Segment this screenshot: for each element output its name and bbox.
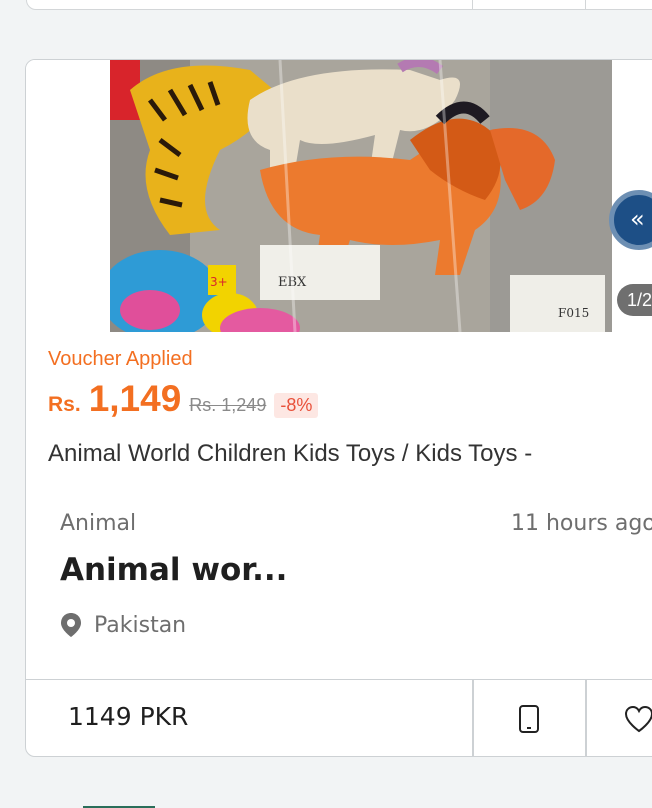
footer-price: 1149 PKR: [68, 702, 189, 731]
phone-icon: [519, 704, 539, 733]
product-photo: EBX F015 3+: [110, 60, 612, 332]
original-price: Rs. 1,249: [189, 395, 267, 415]
heart-icon: [624, 705, 652, 732]
gallery-counter: 1/2: [617, 284, 652, 316]
call-button[interactable]: [473, 680, 585, 756]
location: Pakistan: [60, 612, 186, 638]
voucher-label: Voucher Applied: [48, 348, 193, 370]
product-image[interactable]: EBX F015 3+: [110, 60, 612, 332]
price-row: Rs. 1,149 Rs. 1,249 -8%: [48, 378, 319, 426]
category-label: Animal: [60, 511, 137, 536]
previous-card-divider: [585, 0, 586, 9]
card-footer: 1149 PKR: [26, 679, 652, 756]
location-pin-icon: [61, 613, 81, 637]
previous-card-divider: [472, 0, 473, 9]
listing-card[interactable]: EBX F015 3+ « 1/2 Voucher Applied Rs. 1,…: [25, 59, 652, 757]
double-chevron-icon: «: [630, 205, 645, 233]
discount-badge: -8%: [274, 393, 319, 418]
image-label-age: 3+: [210, 275, 228, 289]
price-value: 1,149: [88, 378, 182, 419]
listing-title[interactable]: Animal wor...: [60, 552, 287, 588]
previous-listing-card[interactable]: [26, 0, 652, 10]
location-text: Pakistan: [94, 612, 187, 638]
gallery-next-button[interactable]: «: [609, 190, 652, 250]
posted-time: 11 hours ago: [511, 511, 652, 536]
screen: EBX F015 3+ « 1/2 Voucher Applied Rs. 1,…: [0, 0, 652, 808]
image-label-f015: F015: [558, 306, 589, 320]
favorite-button[interactable]: [586, 680, 652, 756]
price-currency: Rs.: [48, 393, 81, 416]
image-area: EBX F015 3+ « 1/2: [26, 60, 652, 332]
product-title[interactable]: Animal World Children Kids Toys / Kids T…: [48, 440, 652, 468]
